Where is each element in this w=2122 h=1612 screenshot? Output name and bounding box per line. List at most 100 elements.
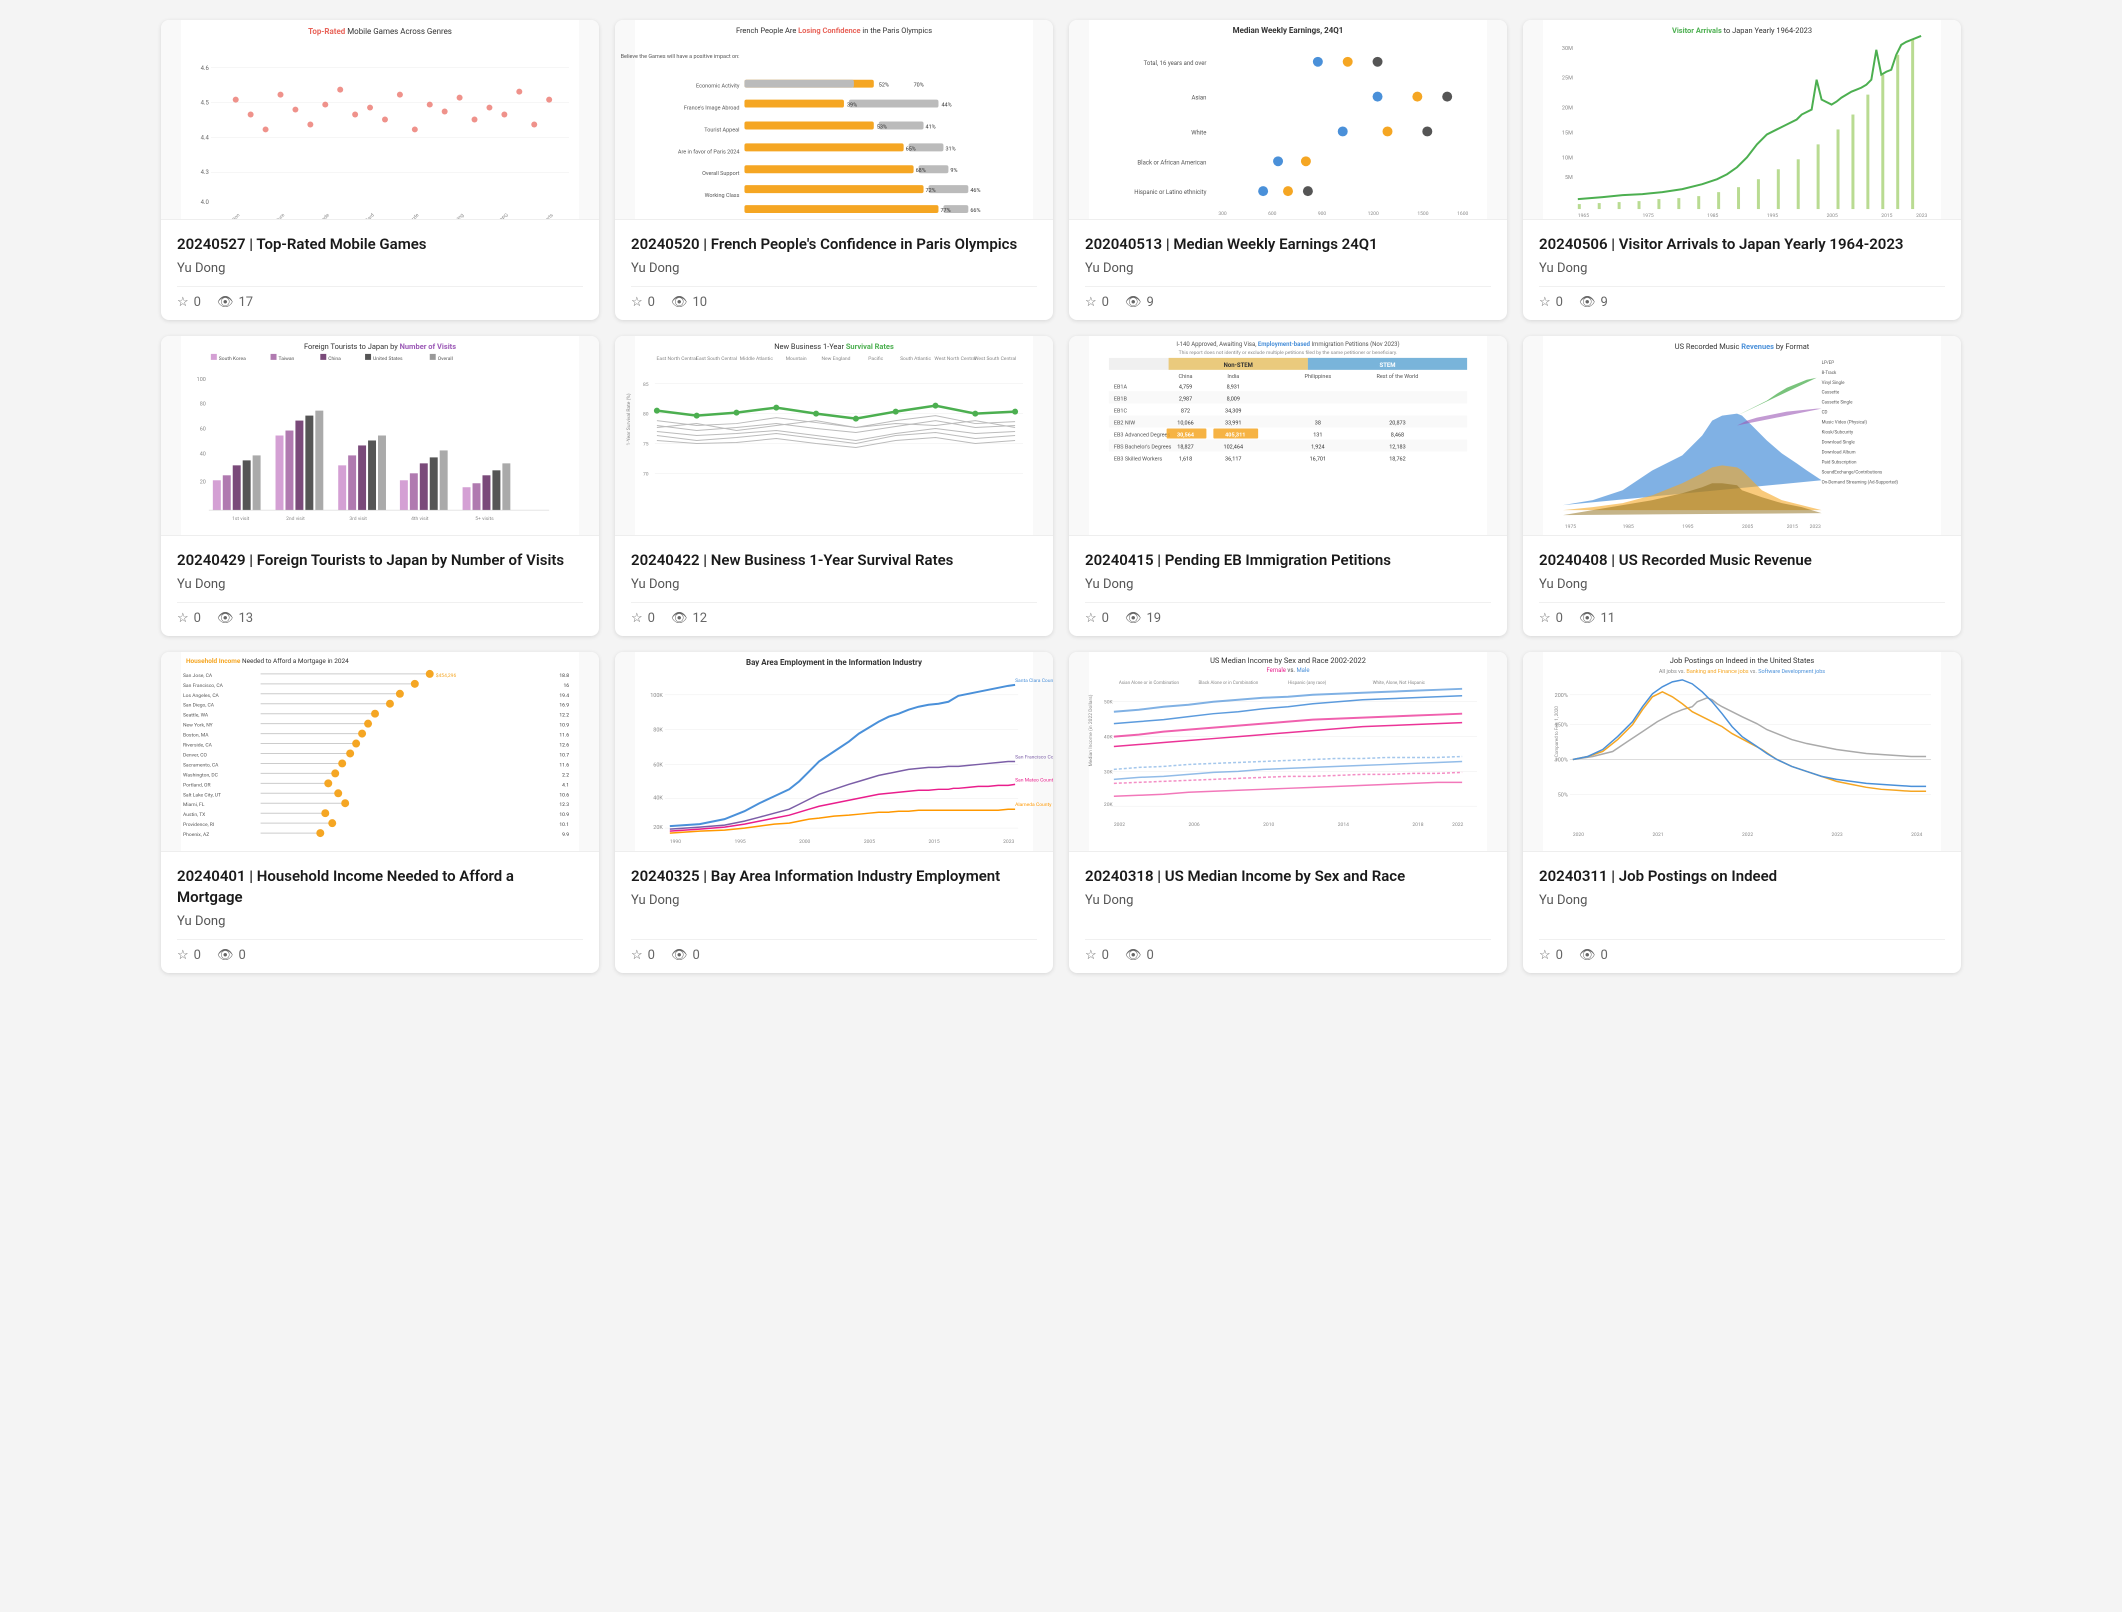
svg-text:16,701: 16,701	[1310, 456, 1326, 462]
svg-text:12,183: 12,183	[1389, 444, 1405, 450]
svg-text:I-140 Approved, Awaiting Visa,: I-140 Approved, Awaiting Visa, Employmen…	[1176, 341, 1399, 348]
card-12-body: 20240311 | Job Postings on Indeed Yu Don…	[1523, 852, 1961, 973]
svg-text:40: 40	[200, 451, 206, 457]
card-us-median-income[interactable]: US Median Income by Sex and Race 2002-20…	[1069, 652, 1507, 973]
svg-text:White, Alone, Not Hispanic: White, Alone, Not Hispanic	[1373, 680, 1426, 686]
card-us-recorded-music[interactable]: US Recorded Music Revenues by Format LP/…	[1523, 336, 1961, 636]
svg-text:EB1C: EB1C	[1114, 409, 1128, 415]
card-5-body: 20240429 | Foreign Tourists to Japan by …	[161, 536, 599, 636]
svg-text:France's Image Abroad: France's Image Abroad	[684, 106, 740, 112]
svg-text:FBS Bachelor's Degrees: FBS Bachelor's Degrees	[1114, 444, 1172, 450]
svg-text:2022: 2022	[1452, 822, 1463, 828]
svg-text:2015: 2015	[929, 839, 940, 845]
star-icon: ☆	[631, 295, 643, 310]
svg-text:300: 300	[1218, 211, 1227, 217]
svg-text:1995: 1995	[1682, 524, 1693, 530]
svg-text:Seattle, WA: Seattle, WA	[183, 713, 209, 719]
card-3-chart: Median Weekly Earnings, 24Q1 Total, 16 y…	[1069, 20, 1507, 220]
svg-text:2005: 2005	[1742, 524, 1753, 530]
svg-text:4.1: 4.1	[562, 782, 569, 788]
card-4-author: Yu Dong	[1539, 261, 1945, 276]
card-8-title: 20240408 | US Recorded Music Revenue	[1539, 550, 1945, 571]
card-2-stars: ☆ 0	[631, 295, 655, 310]
svg-text:Believe the Games will have a: Believe the Games will have a positive i…	[621, 54, 740, 60]
card-4-body: 20240506 | Visitor Arrivals to Japan Yea…	[1523, 220, 1961, 320]
svg-text:18,827: 18,827	[1177, 444, 1193, 450]
svg-text:Bay Area Employment in the Inf: Bay Area Employment in the Information I…	[746, 658, 922, 667]
card-median-weekly-earnings[interactable]: Median Weekly Earnings, 24Q1 Total, 16 y…	[1069, 20, 1507, 320]
svg-text:131: 131	[1313, 432, 1322, 438]
svg-text:Overall Support: Overall Support	[702, 171, 740, 177]
card-eb-immigration[interactable]: I-140 Approved, Awaiting Visa, Employmen…	[1069, 336, 1507, 636]
svg-text:1985: 1985	[1707, 213, 1718, 219]
card-french-confidence[interactable]: French People Are Losing Confidence in t…	[615, 20, 1053, 320]
svg-text:1985: 1985	[1623, 524, 1634, 530]
card-12-stars: ☆ 0	[1539, 948, 1563, 963]
svg-text:10.7: 10.7	[559, 752, 569, 758]
svg-text:20: 20	[200, 479, 206, 485]
card-2-views: 👁 10	[671, 295, 707, 310]
svg-text:53%: 53%	[877, 124, 887, 130]
card-4-meta: ☆ 0 👁 9	[1539, 286, 1945, 310]
svg-text:72%: 72%	[926, 188, 936, 194]
card-bay-area-employment[interactable]: Bay Area Employment in the Information I…	[615, 652, 1053, 973]
svg-text:Are in favor of Paris 2024: Are in favor of Paris 2024	[678, 148, 740, 155]
svg-text:Santa Clara County: Santa Clara County	[1015, 678, 1053, 684]
svg-text:This report does not identify: This report does not identify or exclude…	[1179, 349, 1398, 356]
svg-text:80K: 80K	[653, 728, 663, 734]
card-5-views: 👁 13	[217, 611, 253, 626]
card-foreign-tourists-japan[interactable]: Foreign Tourists to Japan by Number of V…	[161, 336, 599, 636]
card-12-chart: Job Postings on Indeed in the United Sta…	[1523, 652, 1961, 852]
svg-text:Total, 16 years and over: Total, 16 years and over	[1144, 60, 1207, 67]
card-1-stars: ☆ 0	[177, 295, 201, 310]
star-icon: ☆	[177, 948, 189, 963]
svg-text:All jobs vs. Bankin: All jobs vs. Banking and Finance jobs vs…	[1659, 668, 1825, 675]
svg-text:10M: 10M	[1562, 155, 1573, 161]
card-new-business-survival[interactable]: New Business 1-Year Survival Rates East …	[615, 336, 1053, 636]
card-grid: Top-Rated Mobile Games Across Genres 4.6…	[161, 20, 1961, 973]
star-icon: ☆	[177, 295, 189, 310]
svg-text:1990: 1990	[670, 839, 681, 845]
card-job-postings-indeed[interactable]: Job Postings on Indeed in the United Sta…	[1523, 652, 1961, 973]
svg-text:Austin, TX: Austin, TX	[183, 812, 205, 818]
svg-text:405,311: 405,311	[1225, 432, 1245, 438]
svg-text:Sacramento, CA: Sacramento, CA	[183, 762, 219, 768]
star-icon: ☆	[631, 611, 643, 626]
card-10-body: 20240325 | Bay Area Information Industry…	[615, 852, 1053, 973]
eye-icon: 👁	[1125, 295, 1142, 310]
eye-icon: 👁	[1125, 611, 1142, 626]
svg-text:Non-STEM: Non-STEM	[1224, 362, 1253, 369]
svg-text:80: 80	[643, 412, 649, 418]
card-visitor-arrivals-japan[interactable]: Visitor Arrivals to Japan Yearly 1964-20…	[1523, 20, 1961, 320]
svg-text:65%: 65%	[906, 146, 916, 152]
eye-icon: 👁	[1579, 948, 1596, 963]
svg-text:9.9: 9.9	[562, 832, 569, 838]
svg-text:20M: 20M	[1562, 106, 1573, 112]
svg-text:2023: 2023	[1003, 839, 1014, 845]
card-1-chart: Top-Rated Mobile Games Across Genres 4.6…	[161, 20, 599, 220]
svg-text:102,464: 102,464	[1224, 444, 1244, 450]
svg-text:36,117: 36,117	[1225, 456, 1241, 462]
svg-text:New York, NY: New York, NY	[183, 723, 213, 729]
svg-text:Working Class: Working Class	[705, 193, 740, 199]
svg-text:San Jose, CA: San Jose, CA	[183, 673, 213, 679]
svg-text:25M: 25M	[1562, 76, 1573, 82]
card-6-meta: ☆ 0 👁 12	[631, 602, 1037, 626]
svg-text:Middle Atlantic: Middle Atlantic	[740, 356, 774, 362]
svg-text:4.5: 4.5	[201, 100, 210, 107]
svg-text:4.3: 4.3	[201, 169, 209, 176]
svg-text:1995: 1995	[735, 839, 746, 845]
svg-text:Portland, OR: Portland, OR	[183, 782, 211, 788]
svg-text:Median Weekly Earnings, 24Q1: Median Weekly Earnings, 24Q1	[1233, 26, 1344, 35]
star-icon: ☆	[1539, 948, 1551, 963]
eye-icon: 👁	[1579, 295, 1596, 310]
card-household-income-mortgage[interactable]: Household Income Needed to Afford a Mort…	[161, 652, 599, 973]
card-7-chart: I-140 Approved, Awaiting Visa, Employmen…	[1069, 336, 1507, 536]
card-top-rated-mobile-games[interactable]: Top-Rated Mobile Games Across Genres 4.6…	[161, 20, 599, 320]
card-7-author: Yu Dong	[1085, 577, 1491, 592]
svg-text:Los Angeles, CA: Los Angeles, CA	[183, 693, 220, 699]
svg-text:Household Income Needed to Aff: Household Income Needed to Afford a Mort…	[186, 657, 349, 665]
svg-text:2nd visit: 2nd visit	[286, 516, 305, 522]
svg-text:1,618: 1,618	[1179, 456, 1192, 462]
svg-text:Hispanic or Latino ethnicity: Hispanic or Latino ethnicity	[1134, 189, 1206, 196]
